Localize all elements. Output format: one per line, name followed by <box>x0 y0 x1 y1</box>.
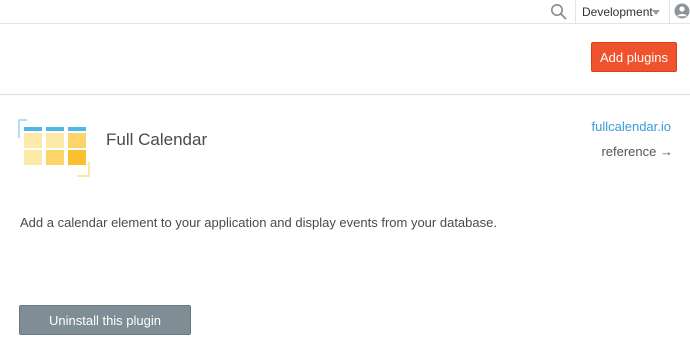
environment-select[interactable]: Development <box>575 0 669 24</box>
top-bar: Development <box>0 0 690 24</box>
plugin-description: Add a calendar element to your applicati… <box>20 215 497 230</box>
calendar-grid-icon <box>18 119 90 177</box>
plugin-site-link[interactable]: fullcalendar.io <box>592 119 672 134</box>
add-plugins-button[interactable]: Add plugins <box>591 42 677 72</box>
chevron-down-icon <box>652 10 660 15</box>
user-menu-button[interactable] <box>669 0 690 24</box>
search-icon[interactable] <box>550 3 567 20</box>
uninstall-plugin-button[interactable]: Uninstall this plugin <box>19 305 191 335</box>
user-avatar-icon <box>674 3 690 19</box>
header-band <box>0 25 690 95</box>
plugin-title: Full Calendar <box>106 130 208 149</box>
environment-label: Development <box>582 5 653 19</box>
reference-link[interactable]: reference → <box>601 144 673 159</box>
